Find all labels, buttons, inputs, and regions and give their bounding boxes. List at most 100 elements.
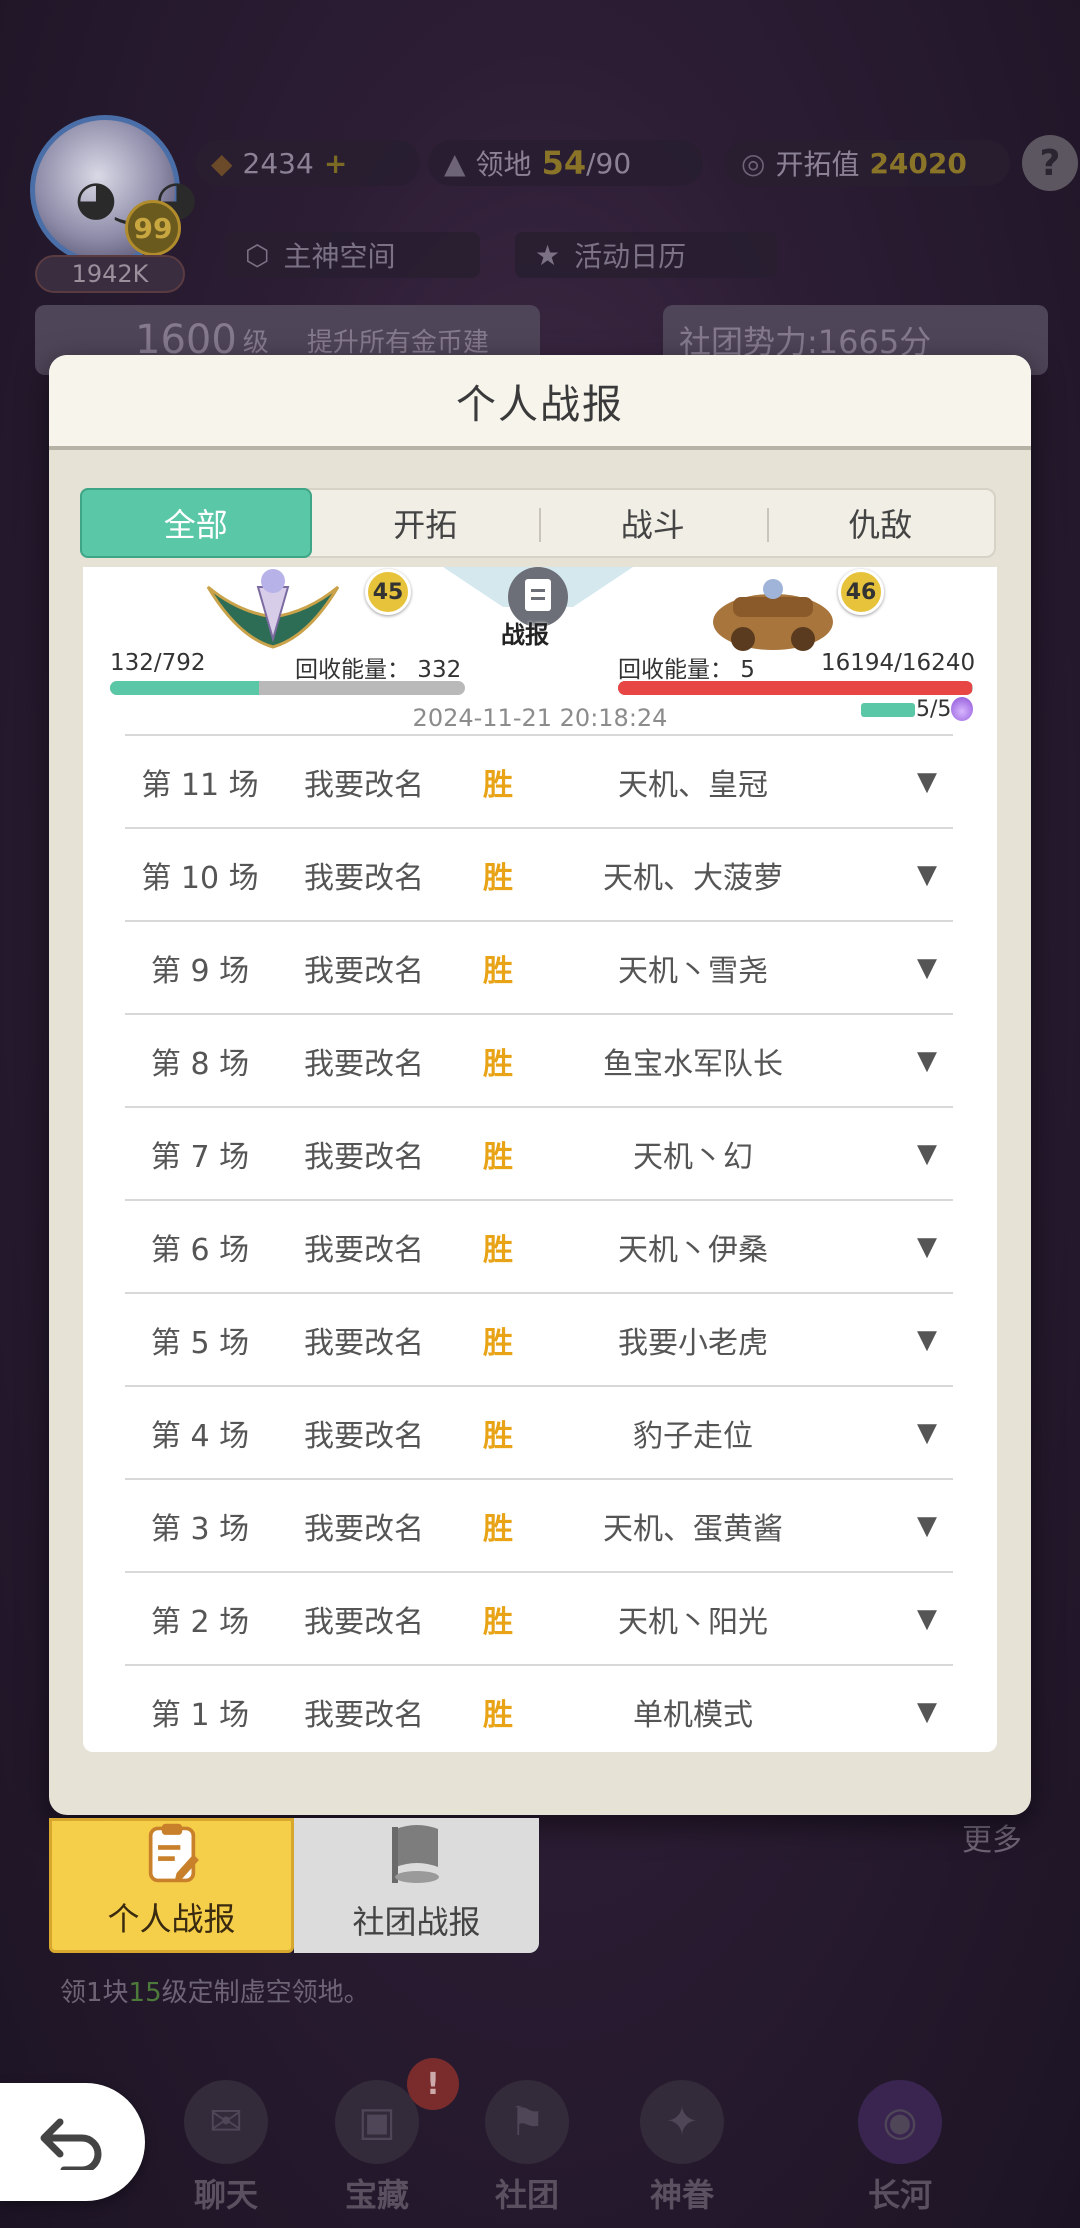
expand-triangle-icon[interactable]: ▼ bbox=[843, 767, 943, 797]
battle-result: 胜 bbox=[483, 1604, 513, 1640]
left-energy-text: 回收能量： 332 bbox=[295, 657, 462, 683]
expand-triangle-icon[interactable]: ▼ bbox=[843, 1604, 943, 1634]
battle-result: 胜 bbox=[483, 767, 513, 803]
battle-date: 2024-11-21 20:18:24 bbox=[412, 704, 668, 732]
bottom-hint: 领1块15级定制虚空领地。 bbox=[60, 1972, 370, 2009]
battle-row[interactable]: 第 7 场 我要改名 胜 天机丶幻 ▼ bbox=[125, 1106, 953, 1199]
battle-round: 第 9 场 bbox=[150, 953, 250, 989]
explore-pill[interactable]: ◎ 开拓值 24020 bbox=[725, 140, 1010, 186]
expand-triangle-icon[interactable]: ▼ bbox=[843, 1697, 943, 1727]
right-energy-text: 回收能量： 5 bbox=[618, 657, 755, 683]
battle-row[interactable]: 第 2 场 我要改名 胜 天机丶阳光 ▼ bbox=[125, 1571, 953, 1664]
battle-round: 第 7 场 bbox=[150, 1139, 250, 1175]
right-hp-text: 16194/16240 bbox=[821, 650, 976, 676]
treasure-icon: ▣ bbox=[335, 2080, 419, 2164]
battle-row[interactable]: 第 10 场 我要改名 胜 天机、大菠萝 ▼ bbox=[125, 827, 953, 920]
expand-triangle-icon[interactable]: ▼ bbox=[843, 1046, 943, 1076]
personal-report-tab[interactable]: 个人战报 bbox=[49, 1818, 294, 1953]
player-name: 我要改名 bbox=[304, 860, 424, 896]
nav-chat[interactable]: ✉ 聊天 bbox=[166, 2080, 286, 2216]
territory-value: 54 bbox=[541, 144, 587, 182]
expand-triangle-icon[interactable]: ▼ bbox=[843, 1232, 943, 1262]
player-name: 我要改名 bbox=[304, 1604, 424, 1640]
scroll-flag-icon bbox=[391, 1825, 439, 1883]
back-arrow-icon bbox=[40, 2118, 101, 2170]
battle-round: 第 3 场 bbox=[150, 1511, 250, 1547]
tab-battle[interactable]: 战斗 bbox=[539, 490, 767, 556]
nav-club[interactable]: ⚑ 社团 bbox=[467, 2080, 587, 2216]
battle-round: 第 11 场 bbox=[141, 767, 259, 803]
energy-count: 5/5 bbox=[916, 697, 952, 722]
battle-row[interactable]: 第 11 场 我要改名 胜 天机、皇冠 ▼ bbox=[125, 734, 953, 827]
hint-level: 15 bbox=[128, 1978, 162, 2008]
nav-club-label: 社团 bbox=[494, 2176, 559, 2214]
nav-river[interactable]: ◉ 长河 bbox=[840, 2080, 960, 2216]
power-pill: 1942K bbox=[35, 255, 185, 293]
opponent-name: 天机丶阳光 bbox=[618, 1604, 768, 1640]
chat-icon: ✉ bbox=[184, 2080, 268, 2164]
help-button[interactable]: ? bbox=[1022, 135, 1078, 191]
club-icon: ⚑ bbox=[485, 2080, 569, 2164]
player-name: 我要改名 bbox=[304, 1139, 424, 1175]
nav-blessing[interactable]: ✦ 神眷 bbox=[622, 2080, 742, 2216]
battle-result: 胜 bbox=[483, 1139, 513, 1175]
battle-row[interactable]: 第 1 场 我要改名 胜 单机模式 ▼ bbox=[125, 1664, 953, 1752]
expand-triangle-icon[interactable]: ▼ bbox=[843, 1418, 943, 1448]
battle-row[interactable]: 第 4 场 我要改名 胜 豹子走位 ▼ bbox=[125, 1385, 953, 1478]
battle-round: 第 10 场 bbox=[141, 860, 259, 896]
report-label: 战报 bbox=[501, 621, 549, 649]
left-hp-bar bbox=[110, 681, 465, 695]
battle-result: 胜 bbox=[483, 1232, 513, 1268]
tab-enemy[interactable]: 仇敌 bbox=[766, 490, 995, 556]
currency-pill[interactable]: ◆ 2434 + bbox=[195, 140, 420, 186]
player-level-badge: 99 bbox=[125, 200, 181, 256]
territory-label: 领地 bbox=[475, 148, 532, 181]
battle-row[interactable]: 第 8 场 我要改名 胜 鱼宝水军队长 ▼ bbox=[125, 1013, 953, 1106]
opponent-name: 天机丶幻 bbox=[633, 1139, 753, 1175]
tab-explore[interactable]: 开拓 bbox=[312, 490, 540, 556]
calendar-button[interactable]: ★ 活动日历 bbox=[515, 232, 777, 278]
nav-river-label: 长河 bbox=[867, 2176, 932, 2214]
player-name: 我要改名 bbox=[304, 953, 424, 989]
battle-round: 第 6 场 bbox=[150, 1232, 250, 1268]
battle-row[interactable]: 第 5 场 我要改名 胜 我要小老虎 ▼ bbox=[125, 1292, 953, 1385]
opponent-name: 天机、蛋黄酱 bbox=[603, 1511, 783, 1547]
more-link[interactable]: 更多 bbox=[962, 1815, 1022, 1859]
power-value: 1942K bbox=[71, 260, 149, 288]
club-report-label: 社团战报 bbox=[352, 1903, 481, 1941]
opponent-name: 豹子走位 bbox=[633, 1418, 753, 1454]
player-name: 我要改名 bbox=[304, 1511, 424, 1547]
battle-round: 第 8 场 bbox=[150, 1046, 250, 1082]
add-icon[interactable]: + bbox=[324, 147, 347, 180]
expand-triangle-icon[interactable]: ▼ bbox=[843, 953, 943, 983]
right-hp-bar bbox=[618, 681, 973, 695]
god-space-button[interactable]: ⬡ 主神空间 bbox=[225, 232, 480, 278]
territory-pill[interactable]: ▲ 领地 54 /90 bbox=[428, 140, 703, 186]
personal-report-modal: 个人战报 全部 开拓 战斗 仇敌 45 战报 46 132/792 回收能量： … bbox=[49, 355, 1031, 1815]
modal-title: 个人战报 bbox=[49, 355, 1031, 450]
opponent-name: 天机丶伊桑 bbox=[618, 1232, 768, 1268]
diamond-icon: ◆ bbox=[211, 146, 233, 180]
battle-result: 胜 bbox=[483, 1325, 513, 1361]
battle-row[interactable]: 第 6 场 我要改名 胜 天机丶伊桑 ▼ bbox=[125, 1199, 953, 1292]
target-icon: ◎ bbox=[741, 146, 766, 180]
treasure-alert-badge: ! bbox=[407, 2058, 459, 2110]
player-name: 我要改名 bbox=[304, 1046, 424, 1082]
player-name: 我要改名 bbox=[304, 1325, 424, 1361]
expand-triangle-icon[interactable]: ▼ bbox=[843, 1325, 943, 1355]
nav-treasure-label: 宝藏 bbox=[344, 2176, 409, 2214]
report-content[interactable]: 45 战报 46 132/792 回收能量： 332 回收能量： 5 16194… bbox=[83, 567, 997, 1752]
battle-result: 胜 bbox=[483, 1697, 513, 1733]
battle-row[interactable]: 第 3 场 我要改名 胜 天机、蛋黄酱 ▼ bbox=[125, 1478, 953, 1571]
rank-unit: 级 bbox=[242, 327, 269, 358]
expand-triangle-icon[interactable]: ▼ bbox=[843, 1511, 943, 1541]
tab-all[interactable]: 全部 bbox=[80, 488, 312, 558]
club-report-tab[interactable]: 社团战报 bbox=[294, 1818, 539, 1953]
god-space-label: 主神空间 bbox=[283, 240, 396, 273]
battle-row[interactable]: 第 9 场 我要改名 胜 天机丶雪尧 ▼ bbox=[125, 920, 953, 1013]
expand-triangle-icon[interactable]: ▼ bbox=[843, 1139, 943, 1169]
star-icon: ✦ bbox=[640, 2080, 724, 2164]
expand-triangle-icon[interactable]: ▼ bbox=[843, 860, 943, 890]
battle-summary[interactable]: 45 战报 46 132/792 回收能量： 332 回收能量： 5 16194… bbox=[83, 567, 997, 737]
back-button[interactable] bbox=[0, 2083, 145, 2201]
